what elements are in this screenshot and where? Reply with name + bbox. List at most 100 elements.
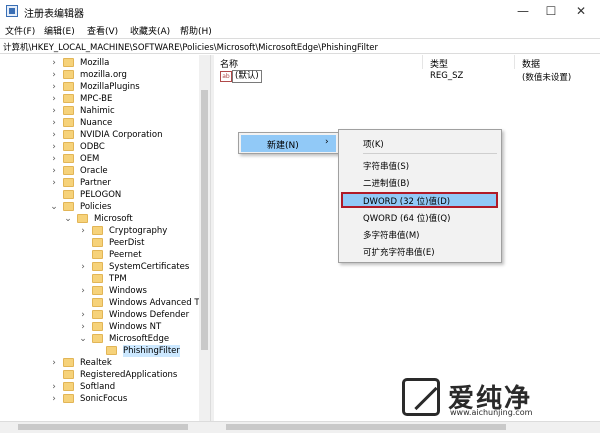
- value-row[interactable]: ab (默认) REG_SZ (数值未设置): [214, 70, 600, 83]
- menu-item-multi-string-value[interactable]: 多字符串值(M): [363, 229, 419, 241]
- expand-arrow-icon[interactable]: [50, 189, 58, 201]
- expand-arrow-icon[interactable]: ›: [79, 261, 87, 273]
- minimize-button[interactable]: —: [509, 2, 537, 20]
- collapse-arrow-icon[interactable]: ⌄: [50, 201, 58, 213]
- expand-arrow-icon[interactable]: ›: [50, 57, 58, 69]
- menu-item-string-value[interactable]: 字符串值(S): [363, 160, 409, 172]
- maximize-button[interactable]: ☐: [537, 2, 565, 20]
- folder-icon: [63, 394, 74, 403]
- submenu-arrow-icon: ›: [325, 137, 329, 147]
- menu-file[interactable]: 文件(F): [5, 24, 35, 37]
- title-bar: 注册表编辑器 — ☐ ✕: [0, 0, 600, 22]
- collapse-arrow-icon[interactable]: ⌄: [64, 213, 72, 225]
- string-value-icon: ab: [220, 71, 232, 82]
- address-path[interactable]: 计算机\HKEY_LOCAL_MACHINE\SOFTWARE\Policies…: [3, 41, 378, 53]
- folder-icon: [92, 298, 103, 307]
- expand-arrow-icon[interactable]: ›: [50, 69, 58, 81]
- menu-separator: [363, 153, 497, 154]
- menu-item-dword-value[interactable]: DWORD (32 位)值(D): [363, 195, 450, 207]
- menu-bar: 文件(F) 编辑(E) 查看(V) 收藏夹(A) 帮助(H): [0, 22, 600, 38]
- watermark-logo: 爱纯净 www.aichunjing.com: [402, 378, 600, 421]
- watermark-icon: [402, 378, 440, 416]
- expand-arrow-icon[interactable]: [50, 369, 58, 381]
- close-button[interactable]: ✕: [567, 2, 595, 20]
- collapse-arrow-icon[interactable]: ⌄: [79, 333, 87, 345]
- expand-arrow-icon[interactable]: ›: [50, 381, 58, 393]
- watermark-url: www.aichunjing.com: [450, 408, 533, 417]
- folder-icon: [63, 142, 74, 151]
- folder-icon: [92, 274, 103, 283]
- tree-scroll-thumb[interactable]: [201, 90, 208, 350]
- folder-icon: [92, 238, 103, 247]
- expand-arrow-icon[interactable]: ›: [50, 81, 58, 93]
- window-title: 注册表编辑器: [24, 9, 84, 20]
- folder-icon: [63, 154, 74, 163]
- new-submenu: 项(K) 字符串值(S) 二进制值(B) DWORD (32 位)值(D) QW…: [338, 129, 502, 263]
- folder-icon: [106, 346, 117, 355]
- value-name[interactable]: (默认): [232, 70, 262, 83]
- folder-icon: [63, 370, 74, 379]
- key-tree[interactable]: › Mozilla › mozilla.org › MozillaPlugins › M…: [0, 55, 210, 421]
- folder-icon: [63, 130, 74, 139]
- menu-item-key[interactable]: 项(K): [363, 138, 384, 150]
- menu-help[interactable]: 帮助(H): [180, 24, 212, 37]
- expand-arrow-icon[interactable]: ›: [50, 153, 58, 165]
- folder-icon: [63, 70, 74, 79]
- folder-icon: [63, 118, 74, 127]
- menu-item-new[interactable]: 新建(N) ›: [241, 135, 336, 152]
- menu-view[interactable]: 查看(V): [87, 24, 118, 37]
- folder-icon: [63, 178, 74, 187]
- column-divider[interactable]: [514, 55, 515, 69]
- column-divider[interactable]: [422, 55, 423, 69]
- folder-icon: [92, 334, 103, 343]
- menu-edit[interactable]: 编辑(E): [44, 24, 75, 37]
- menu-favorites[interactable]: 收藏夹(A): [130, 24, 170, 37]
- folder-icon: [63, 106, 74, 115]
- folder-icon: [92, 286, 103, 295]
- folder-icon: [77, 214, 88, 223]
- folder-icon: [92, 310, 103, 319]
- expand-arrow-icon[interactable]: ›: [50, 129, 58, 141]
- expand-arrow-icon[interactable]: ›: [50, 93, 58, 105]
- expand-arrow-icon[interactable]: ›: [50, 357, 58, 369]
- value-type: REG_SZ: [430, 71, 464, 81]
- folder-icon: [63, 166, 74, 175]
- expand-arrow-icon[interactable]: ›: [50, 117, 58, 129]
- column-header-data[interactable]: 数据: [522, 57, 540, 70]
- menu-item-qword-value[interactable]: QWORD (64 位)值(Q): [363, 212, 450, 224]
- expand-arrow-icon[interactable]: ›: [79, 309, 87, 321]
- expand-arrow-icon[interactable]: ›: [50, 393, 58, 405]
- folder-icon: [63, 202, 74, 211]
- address-bar[interactable]: 计算机\HKEY_LOCAL_MACHINE\SOFTWARE\Policies…: [0, 38, 600, 54]
- expand-arrow-icon[interactable]: [93, 345, 101, 357]
- expand-arrow-icon[interactable]: ›: [50, 105, 58, 117]
- column-header-type[interactable]: 类型: [430, 57, 448, 70]
- value-data: (数值未设置): [522, 73, 572, 83]
- regedit-icon: [6, 5, 18, 17]
- expand-arrow-icon[interactable]: [79, 249, 87, 261]
- expand-arrow-icon[interactable]: [79, 297, 87, 309]
- menu-item-new-label: 新建(N): [267, 141, 299, 151]
- expand-arrow-icon[interactable]: [79, 273, 87, 285]
- expand-arrow-icon[interactable]: ›: [79, 225, 87, 237]
- menu-item-expandable-string-value[interactable]: 可扩充字符串值(E): [363, 246, 435, 258]
- expand-arrow-icon[interactable]: ›: [50, 141, 58, 153]
- column-header-name[interactable]: 名称: [220, 57, 238, 70]
- expand-arrow-icon[interactable]: ›: [50, 165, 58, 177]
- folder-icon: [63, 190, 74, 199]
- expand-arrow-icon[interactable]: ›: [79, 321, 87, 333]
- folder-icon: [63, 82, 74, 91]
- folder-icon: [63, 382, 74, 391]
- folder-icon: [63, 358, 74, 367]
- expand-arrow-icon[interactable]: ›: [79, 285, 87, 297]
- list-horizontal-scroll-thumb[interactable]: [226, 424, 506, 430]
- folder-icon: [92, 322, 103, 331]
- context-menu: 新建(N) ›: [238, 132, 339, 154]
- folder-icon: [92, 250, 103, 259]
- expand-arrow-icon[interactable]: [79, 237, 87, 249]
- tree-horizontal-scroll-thumb[interactable]: [18, 424, 188, 430]
- expand-arrow-icon[interactable]: ›: [50, 177, 58, 189]
- folder-icon: [92, 262, 103, 271]
- folder-icon: [63, 94, 74, 103]
- menu-item-binary-value[interactable]: 二进制值(B): [363, 177, 409, 189]
